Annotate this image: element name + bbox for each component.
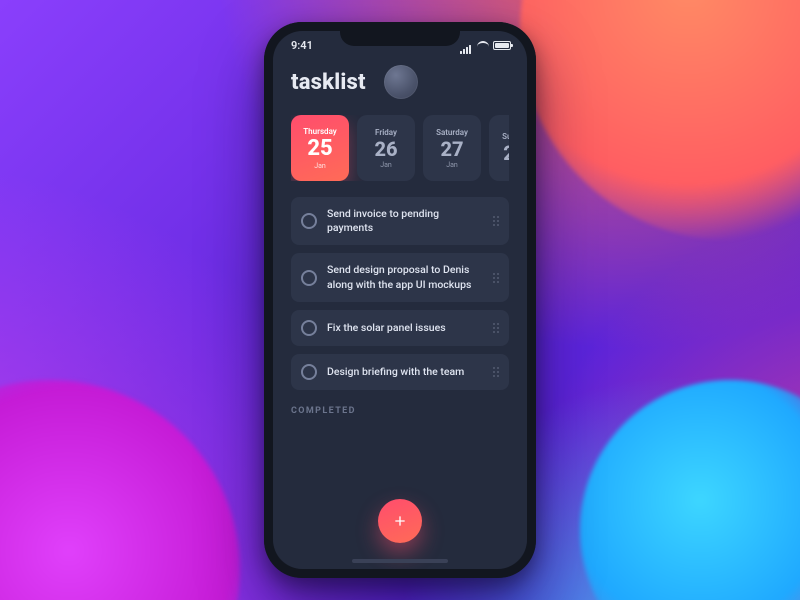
task-row[interactable]: Fix the solar panel issues — [291, 310, 509, 346]
device-notch — [340, 22, 460, 46]
task-text: Send design proposal to Denis along with… — [327, 263, 483, 291]
plus-icon — [392, 513, 408, 529]
page-title: tasklist — [291, 70, 366, 95]
completed-section-label: COMPLETED — [291, 406, 509, 416]
date-card[interactable]: Saturday 27 Jan — [423, 115, 481, 181]
battery-icon — [493, 41, 511, 50]
date-picker-row[interactable]: Thursday 25 Jan Friday 26 Jan Saturday 2… — [291, 115, 509, 181]
date-dow: Friday — [375, 128, 397, 137]
date-day: 27 — [440, 139, 463, 159]
drag-handle-icon[interactable] — [493, 273, 499, 283]
date-day: 25 — [307, 138, 332, 160]
status-time: 9:41 — [291, 39, 313, 52]
header-row: tasklist — [291, 65, 509, 99]
date-card[interactable]: Friday 26 Jan — [357, 115, 415, 181]
add-task-button[interactable] — [378, 499, 422, 543]
date-dow: Thursday — [303, 127, 337, 136]
date-day: 2 — [503, 143, 509, 163]
task-row[interactable]: Design briefing with the team — [291, 354, 509, 390]
date-dow: Saturday — [436, 128, 468, 137]
bg-blob-magenta — [0, 380, 240, 600]
date-month: Jan — [446, 161, 458, 169]
wallpaper: 9:41 tasklist Thursday 25 Jan — [0, 0, 800, 600]
task-checkbox[interactable] — [301, 213, 317, 229]
task-checkbox[interactable] — [301, 364, 317, 380]
drag-handle-icon[interactable] — [493, 216, 499, 226]
drag-handle-icon[interactable] — [493, 323, 499, 333]
task-text: Fix the solar panel issues — [327, 321, 483, 335]
date-month: Jan — [380, 161, 392, 169]
wifi-icon — [477, 41, 489, 50]
home-indicator[interactable] — [352, 559, 448, 563]
date-day: 26 — [374, 139, 397, 159]
cellular-icon — [460, 41, 473, 50]
bg-blob-orange — [520, 0, 800, 240]
avatar[interactable] — [384, 65, 418, 99]
task-checkbox[interactable] — [301, 320, 317, 336]
drag-handle-icon[interactable] — [493, 367, 499, 377]
task-checkbox[interactable] — [301, 270, 317, 286]
date-card-clipped[interactable]: Sun 2 — [489, 115, 509, 181]
task-list: Send invoice to pending payments Send de… — [291, 197, 509, 390]
date-month: Jan — [314, 162, 326, 170]
date-dow: Sun — [502, 132, 509, 141]
task-text: Send invoice to pending payments — [327, 207, 483, 235]
task-row[interactable]: Send design proposal to Denis along with… — [291, 253, 509, 301]
status-icons — [460, 41, 511, 50]
bg-blob-cyan — [580, 380, 800, 600]
task-text: Design briefing with the team — [327, 365, 483, 379]
task-row[interactable]: Send invoice to pending payments — [291, 197, 509, 245]
content-area: tasklist Thursday 25 Jan Friday 26 Jan — [273, 59, 527, 416]
date-card-selected[interactable]: Thursday 25 Jan — [291, 115, 349, 181]
app-screen: 9:41 tasklist Thursday 25 Jan — [273, 31, 527, 569]
device-frame: 9:41 tasklist Thursday 25 Jan — [264, 22, 536, 578]
